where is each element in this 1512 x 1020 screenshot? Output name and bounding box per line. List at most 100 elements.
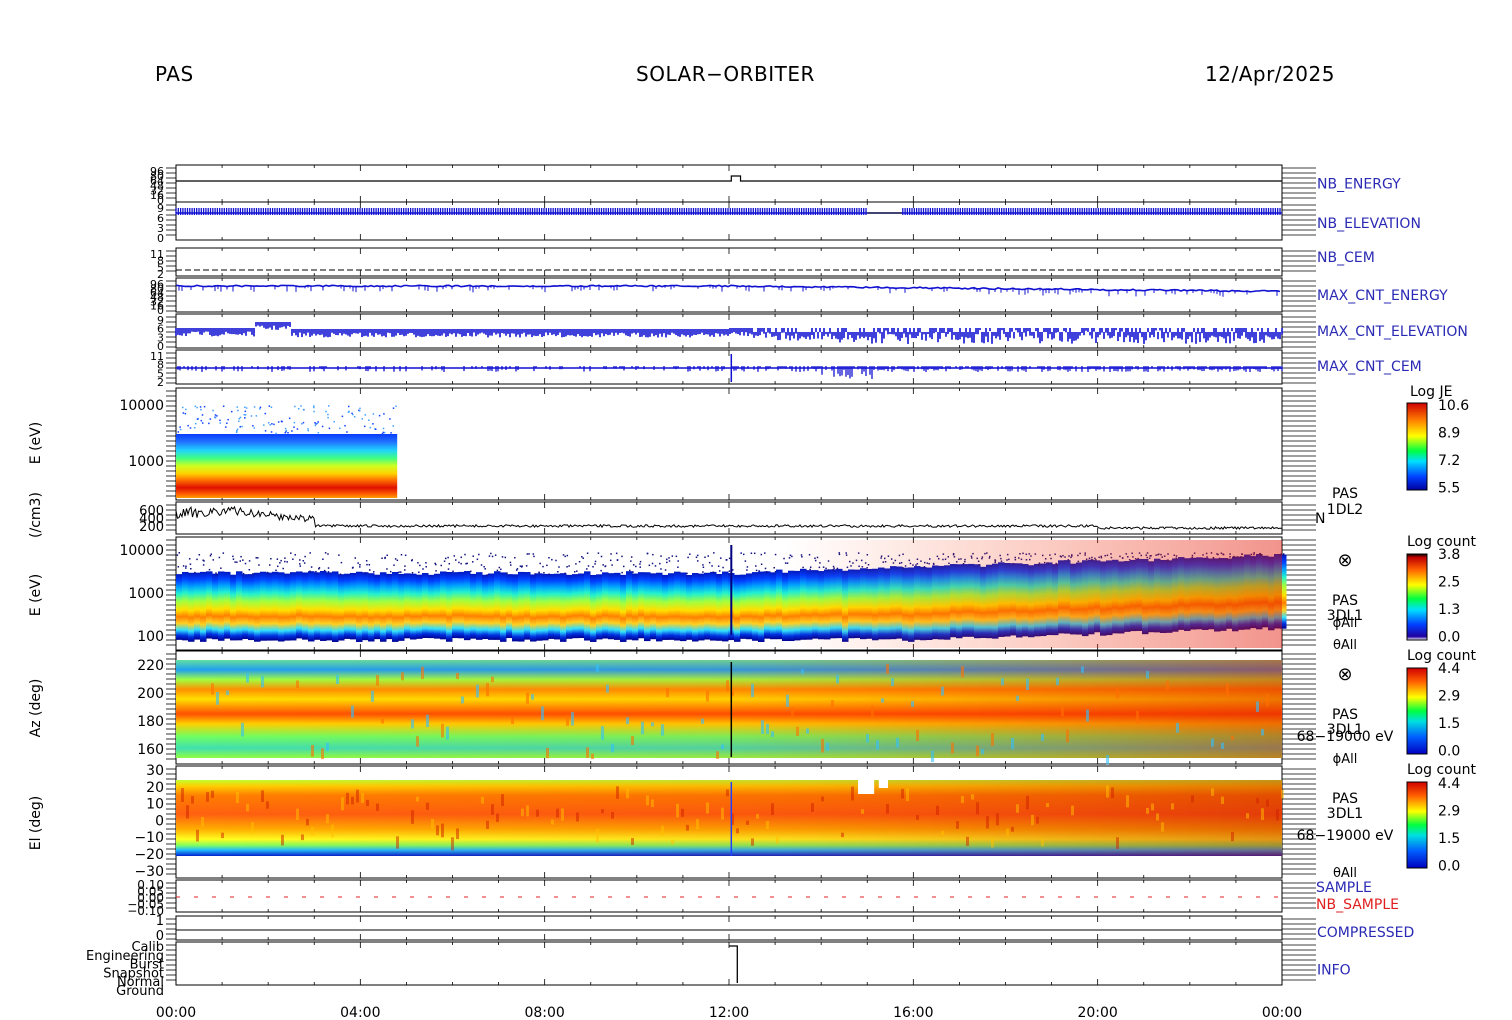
spec1-sparse-point — [277, 421, 280, 423]
spec3-texture — [1056, 677, 1059, 686]
spec4-texture — [961, 795, 964, 803]
spec1-sparse-point — [364, 414, 367, 416]
spec3-texture — [241, 722, 244, 737]
spec4-texture — [1261, 808, 1264, 820]
spec1-sparse-point — [263, 424, 265, 426]
spec3-texture — [601, 726, 604, 740]
spec3-texture — [596, 664, 599, 672]
spec1-sparse-point — [363, 425, 366, 428]
spec4-texture — [191, 796, 194, 804]
spec4-texture — [971, 794, 974, 800]
spec1-sparse-point — [271, 423, 273, 425]
spec3-texture — [486, 683, 489, 697]
spec4-texture — [281, 834, 284, 846]
colorbar-2-tick: 0.0 — [1438, 630, 1460, 646]
spec1-sparse-point — [317, 421, 319, 423]
spec4-texture — [266, 801, 269, 809]
spec3-texture — [401, 672, 404, 681]
spec3-texture — [606, 684, 609, 693]
density-product-name: PAS — [1332, 486, 1358, 502]
spec3-texture — [336, 674, 339, 685]
spec1-tick-label: 10000 — [119, 398, 164, 414]
spec4-texture — [196, 829, 199, 842]
spec1-sparse-point — [200, 408, 202, 411]
spec1-sparse-point — [267, 422, 270, 424]
spec3-texture — [296, 680, 299, 688]
spec3-texture — [1066, 729, 1069, 743]
spec3-texture — [1221, 742, 1224, 749]
spec1-sparse-point — [219, 422, 222, 424]
spec4-texture — [331, 824, 334, 838]
spec1-axis-title: E (eV) — [28, 422, 44, 464]
spec4-texture — [1126, 795, 1129, 808]
spec4-texture — [1276, 809, 1279, 821]
spec1-heatmap — [176, 434, 398, 498]
spec4-texture — [886, 803, 889, 814]
spec4-texture — [1011, 826, 1014, 832]
spec3-texture — [941, 686, 944, 696]
spec1-sparse-point — [252, 425, 254, 427]
spec4-texture — [1016, 804, 1019, 813]
spec1-sparse-point — [284, 427, 287, 430]
spec1-sparse-point — [194, 405, 197, 408]
spec1-sparse-point — [193, 426, 196, 429]
spec4-texture — [941, 830, 944, 835]
spec3-texture — [796, 726, 799, 736]
spec3-texture — [641, 721, 644, 735]
spec1-sparse-point — [237, 409, 239, 412]
spec3-trend-overlay — [176, 660, 1282, 758]
spec3-texture — [701, 718, 704, 724]
spec4-texture — [746, 820, 749, 825]
colorbar-4-tick: 2.9 — [1438, 804, 1460, 820]
spec3-direction-symbol: ⊗ — [1337, 664, 1352, 685]
spec4-texture — [696, 819, 699, 830]
spec4-texture — [996, 813, 999, 826]
spec4-theta-label: θAll — [1333, 866, 1357, 881]
sample-label: SAMPLE — [1316, 880, 1372, 896]
time-tick-label: 20:00 — [1077, 1005, 1117, 1020]
spec3-texture — [246, 673, 249, 683]
spec4-texture — [1111, 787, 1114, 799]
spec1-sparse-point — [269, 423, 271, 426]
spec1-sparse-point — [284, 431, 287, 434]
info-tick-label: Ground — [116, 984, 164, 999]
spec4-texture — [601, 809, 604, 814]
compressed-tick-label: 1 — [156, 914, 164, 929]
colorbar-3-tick: 2.9 — [1438, 689, 1460, 705]
spec4-texture — [616, 786, 619, 799]
colorbar-2-tick: 3.8 — [1438, 547, 1460, 563]
spec4-texture — [1006, 828, 1009, 836]
spec4-texture — [236, 792, 239, 804]
spec1-sparse-point — [390, 432, 392, 434]
spec4-texture — [991, 838, 994, 848]
spec4-texture — [906, 788, 909, 802]
spec4-texture — [936, 805, 939, 816]
spec3-product-name: PAS — [1332, 707, 1358, 723]
spec3-tick-label: 200 — [137, 686, 164, 702]
spec1-sparse-point — [346, 431, 348, 433]
spec1-sparse-point — [392, 407, 395, 409]
spec1-sparse-point — [244, 406, 246, 409]
spec4-texture — [756, 814, 759, 819]
nb-elevation-label: NB_ELEVATION — [1317, 216, 1421, 232]
info-label: INFO — [1317, 963, 1351, 979]
spec4-texture — [626, 788, 629, 799]
spec4-texture — [751, 838, 754, 846]
spec3-texture — [371, 690, 374, 702]
spec4-texture — [1036, 816, 1039, 824]
spec3-tick-label: 160 — [137, 742, 164, 758]
spec4-texture — [661, 825, 664, 836]
density-tick-label: 200 — [139, 520, 164, 535]
spec4-texture — [376, 803, 379, 811]
spec1-sparse-point — [253, 406, 256, 408]
spec4-texture — [1191, 795, 1194, 803]
compressed-label: COMPRESSED — [1317, 925, 1414, 941]
spec4-texture — [501, 794, 504, 807]
spec4-texture — [1146, 807, 1149, 814]
spec4-texture — [491, 804, 494, 815]
colorbar-2-tick: 2.5 — [1438, 575, 1460, 591]
spec3-texture — [1026, 678, 1029, 690]
spec3-texture — [1231, 735, 1234, 741]
colorbar-3-tick: 1.5 — [1438, 716, 1460, 732]
spec3-texture — [866, 734, 869, 743]
